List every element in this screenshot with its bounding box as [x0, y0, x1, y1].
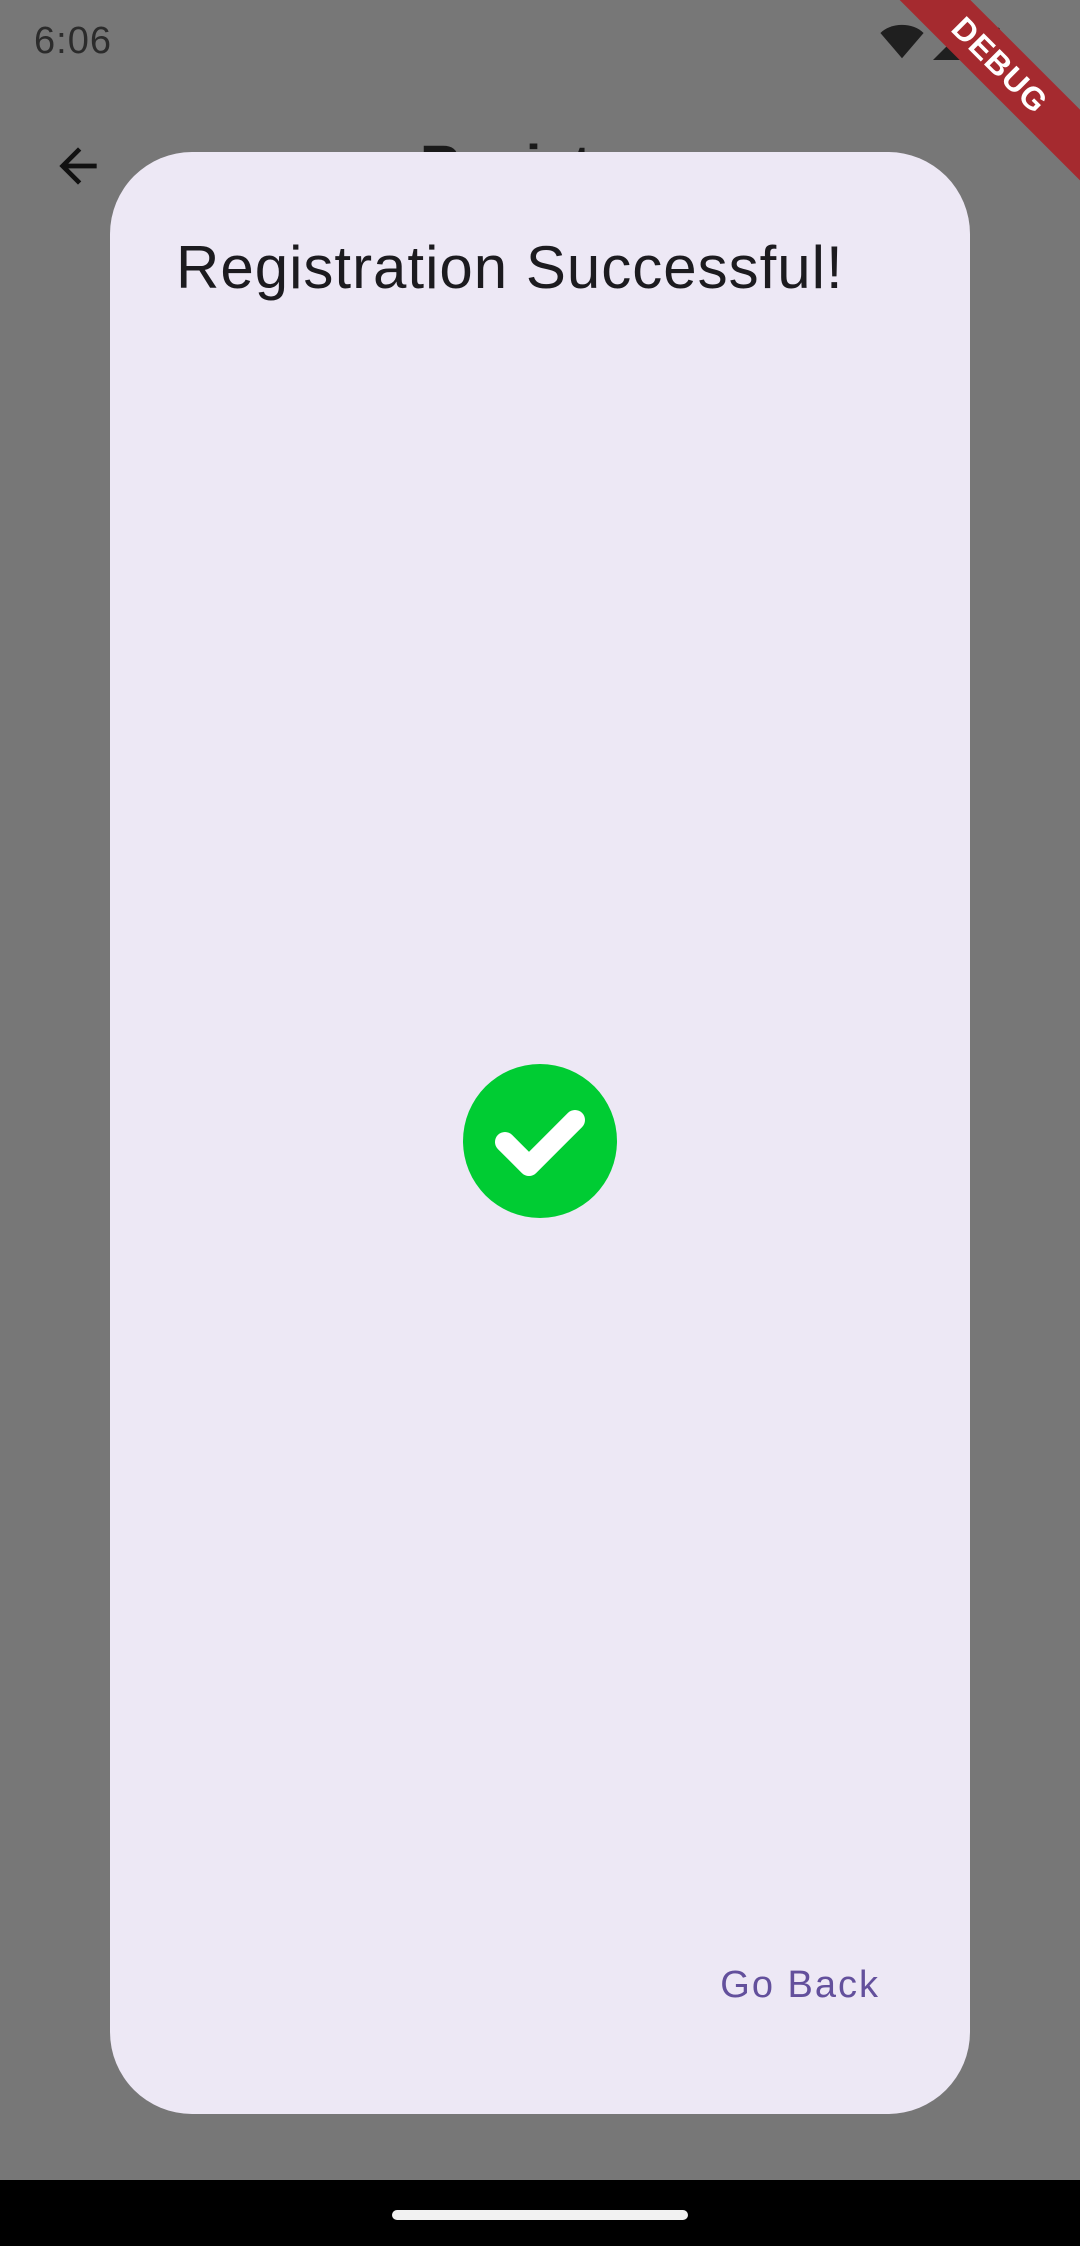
- status-time: 6:06: [34, 20, 112, 62]
- check-circle-icon: [463, 1064, 617, 1218]
- back-arrow-icon[interactable]: [50, 138, 106, 194]
- go-back-button[interactable]: Go Back: [700, 1950, 900, 2021]
- navigation-bar: [0, 2180, 1080, 2246]
- screen: Regist 6:06 Registration Successful! Go …: [0, 0, 1080, 2246]
- success-dialog: Registration Successful! Go Back: [110, 152, 970, 2114]
- home-indicator[interactable]: [392, 2210, 688, 2220]
- dialog-title: Registration Successful!: [176, 234, 844, 301]
- wifi-icon: [880, 24, 924, 59]
